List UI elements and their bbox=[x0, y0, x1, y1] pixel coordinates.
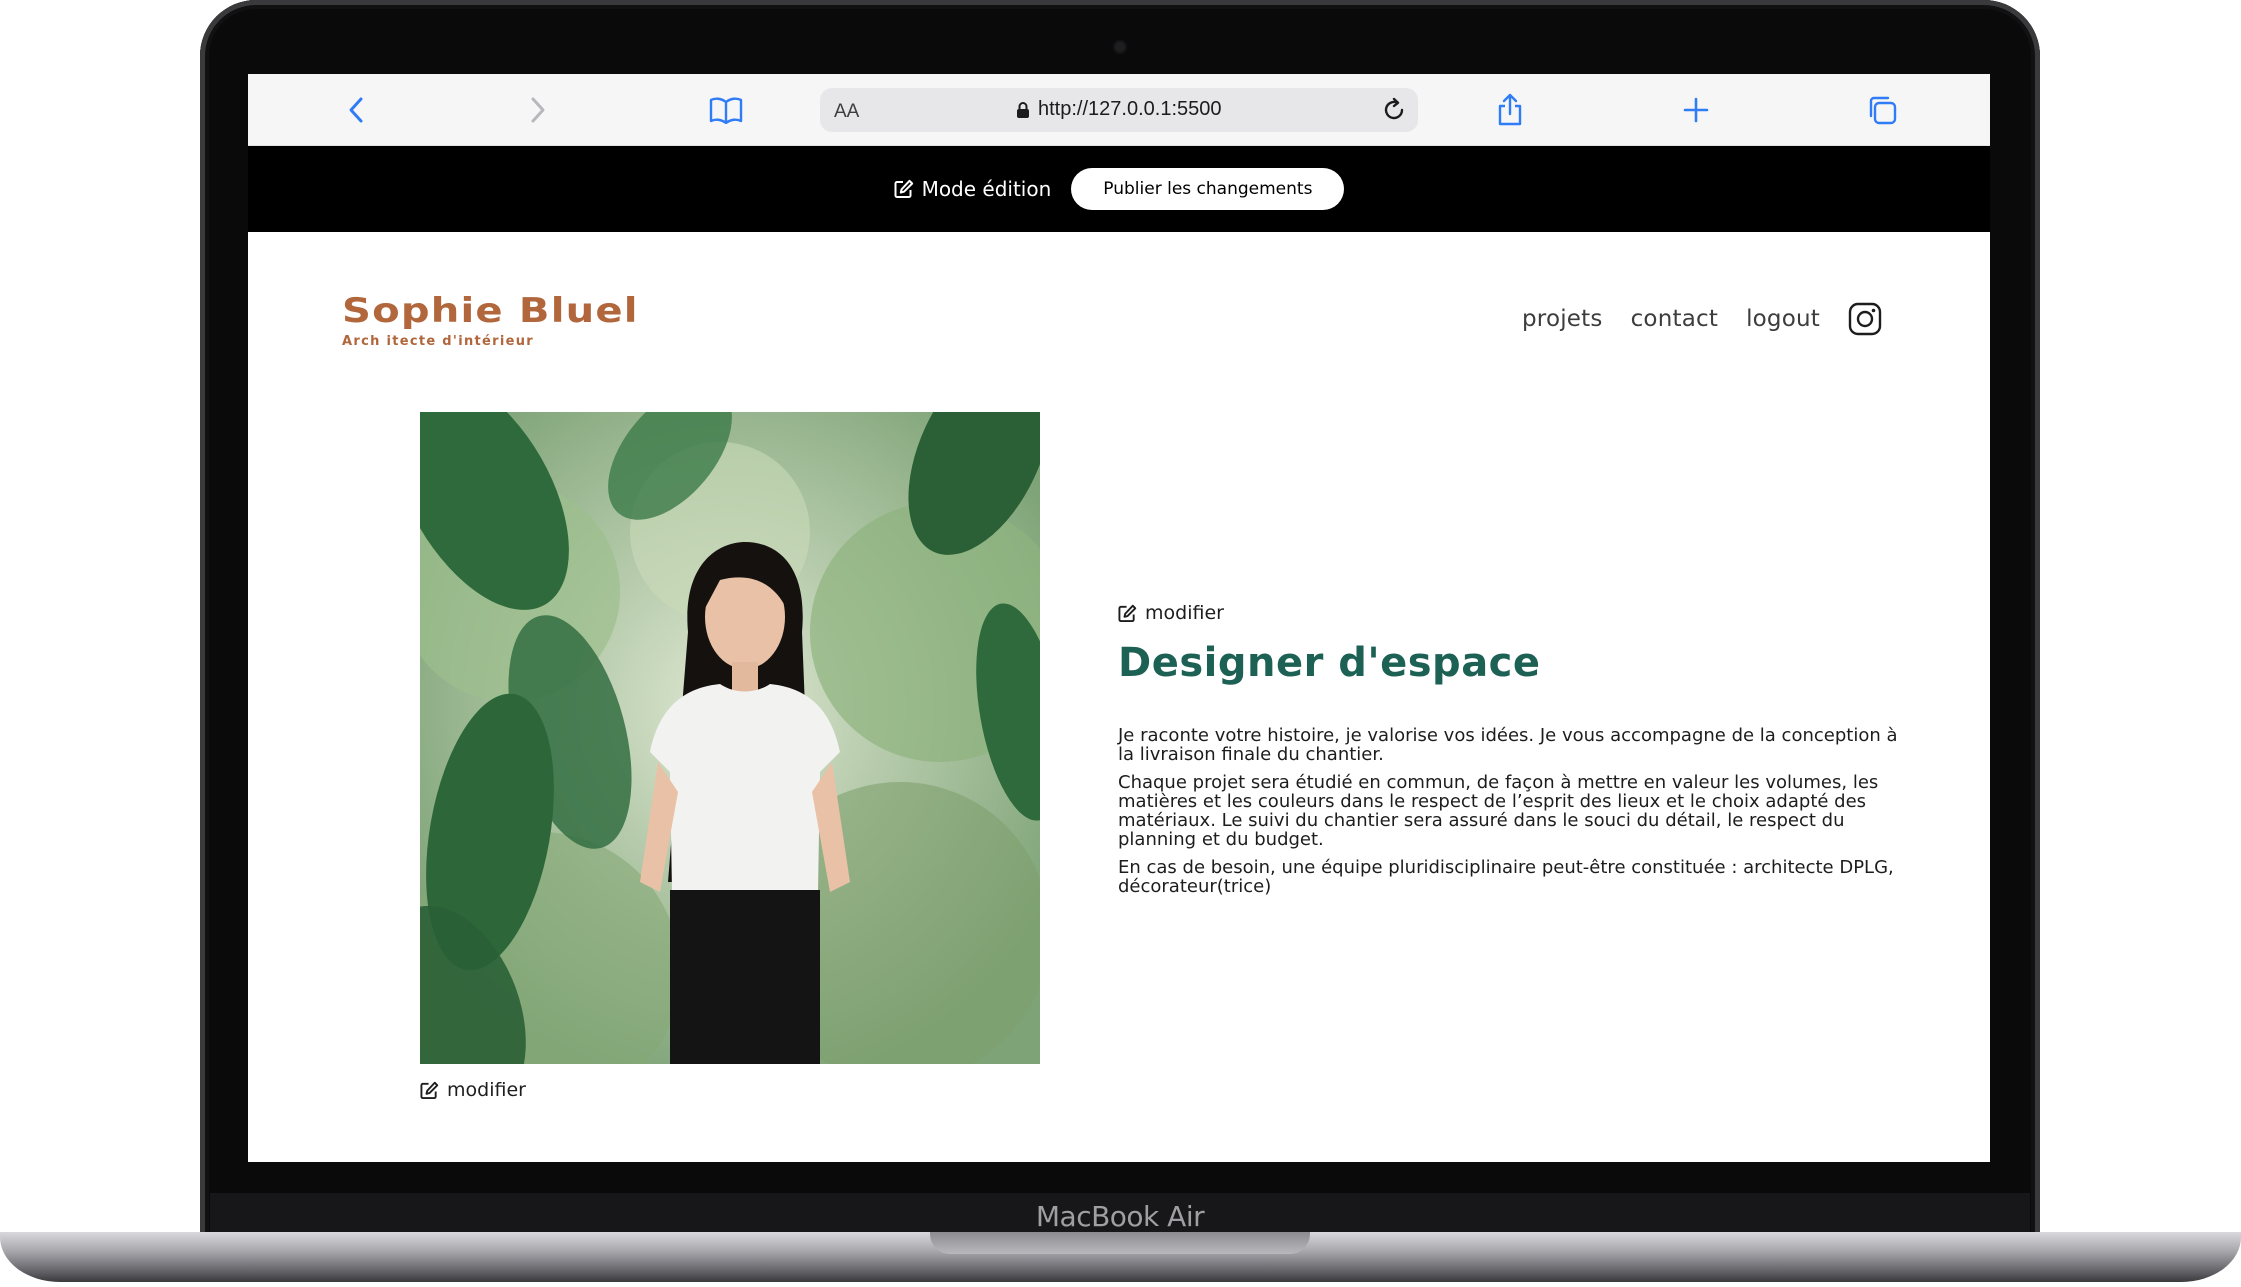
edit-mode-indicator: Mode édition bbox=[894, 177, 1052, 201]
profile-photo-illustration bbox=[420, 412, 1040, 1064]
profile-photo bbox=[420, 412, 1040, 1064]
logo-subtitle: Arch itecte d'intérieur bbox=[342, 334, 534, 349]
intro-paragraph: Je raconte votre histoire, je valorise v… bbox=[1118, 725, 1898, 765]
nav-link-logout[interactable]: logout bbox=[1746, 306, 1820, 332]
book-icon[interactable] bbox=[708, 92, 744, 128]
share-icon[interactable] bbox=[1492, 92, 1528, 128]
instagram-icon[interactable] bbox=[1848, 302, 1882, 336]
tabs-icon[interactable] bbox=[1864, 92, 1900, 128]
camera-dot bbox=[1115, 42, 1125, 52]
site-logo[interactable]: Sophie Bluel Arch itecte d'intérieur bbox=[342, 294, 638, 349]
edit-intro-label: modifier bbox=[1145, 602, 1224, 624]
intro-text: Je raconte votre histoire, je valorise v… bbox=[1118, 726, 1908, 905]
text-size-button[interactable]: AA bbox=[834, 101, 859, 123]
url-text: http://127.0.0.1:5500 bbox=[1038, 98, 1222, 120]
edit-intro-button[interactable]: modifier bbox=[1118, 602, 1224, 624]
url-field[interactable]: AA http://127.0.0.1:5500 bbox=[820, 88, 1418, 132]
plus-icon[interactable] bbox=[1678, 92, 1714, 128]
stage: MacBook Air AA http://127.0.0.1:5500 Mod… bbox=[0, 0, 2241, 1287]
publish-button[interactable]: Publier les changements bbox=[1071, 168, 1345, 210]
browser-toolbar: AA http://127.0.0.1:5500 bbox=[248, 74, 1990, 146]
nav-link-contact[interactable]: contact bbox=[1631, 306, 1718, 332]
main-nav: projets contact logout bbox=[1522, 302, 1882, 336]
pen-square-icon bbox=[420, 1081, 439, 1099]
chevron-right-icon[interactable] bbox=[520, 92, 556, 128]
pen-square-icon bbox=[894, 179, 913, 198]
intro-title: Designer d'espace bbox=[1118, 640, 1541, 686]
edit-mode-bar: Mode édition Publier les changements bbox=[248, 146, 1990, 232]
url-display: http://127.0.0.1:5500 bbox=[1016, 98, 1222, 121]
edit-mode-label: Mode édition bbox=[921, 177, 1052, 201]
edit-photo-button[interactable]: modifier bbox=[420, 1079, 526, 1101]
logo-title: Sophie Bluel bbox=[342, 291, 639, 331]
intro-paragraph: Chaque projet sera étudié en commun, de … bbox=[1118, 772, 1879, 850]
pen-square-icon bbox=[1118, 604, 1137, 622]
laptop-notch bbox=[930, 1232, 1310, 1254]
chevron-left-icon[interactable] bbox=[338, 92, 374, 128]
reload-icon[interactable] bbox=[1378, 94, 1410, 126]
lock-icon bbox=[1017, 101, 1029, 118]
screen: AA http://127.0.0.1:5500 Mode édition Pu… bbox=[248, 74, 1990, 1162]
intro-paragraph: En cas de besoin, une équipe pluridiscip… bbox=[1118, 857, 1894, 897]
nav-link-projets[interactable]: projets bbox=[1522, 306, 1603, 332]
edit-photo-label: modifier bbox=[447, 1079, 526, 1101]
